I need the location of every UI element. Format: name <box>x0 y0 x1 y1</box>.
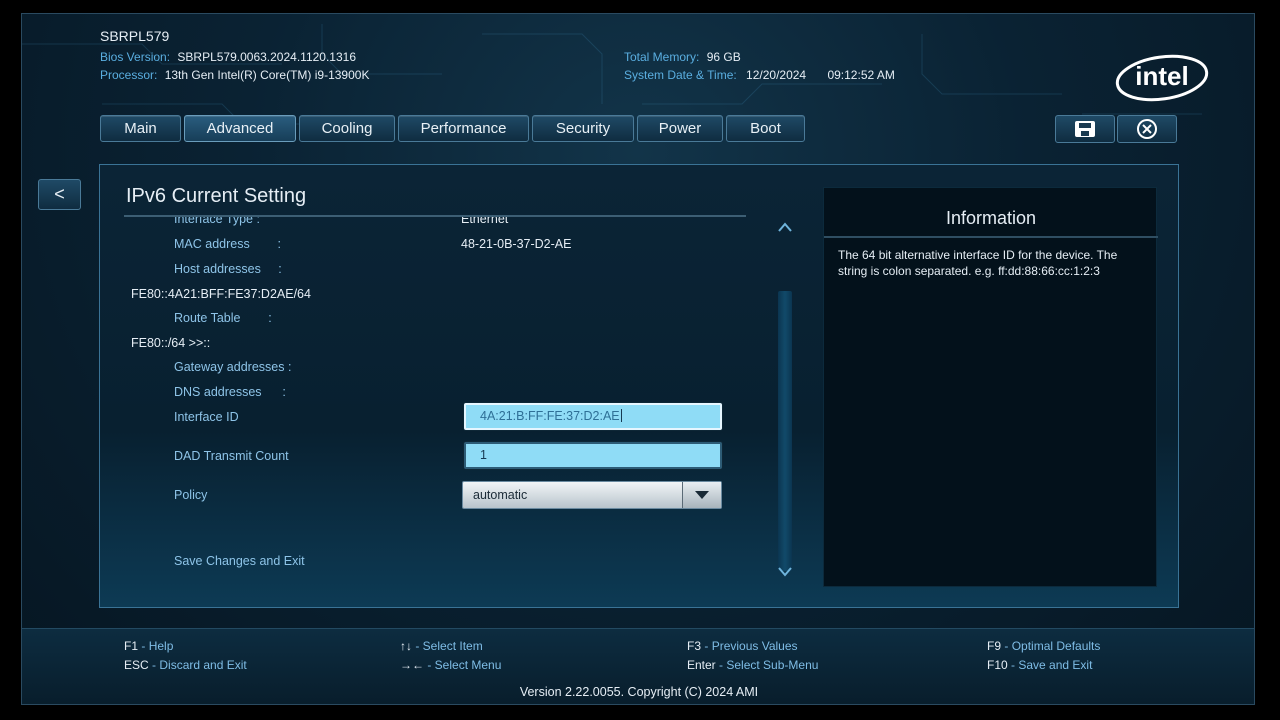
page-title: IPv6 Current Setting <box>126 185 307 207</box>
key-f10-desc: Save and Exit <box>1018 658 1093 672</box>
help-f3: F3 - Previous Values <box>687 639 798 653</box>
information-text: The 64 bit alternative interface ID for … <box>838 248 1118 278</box>
gateway-addresses-label: Gateway addresses : <box>174 360 292 374</box>
back-button[interactable]: < <box>38 179 81 210</box>
key-f9-desc: Optimal Defaults <box>1011 639 1101 653</box>
policy-dropdown[interactable]: automatic <box>462 481 722 509</box>
close-circle-icon <box>1137 119 1157 139</box>
dad-transmit-count-value: 1 <box>480 448 487 462</box>
help-f10: F10 - Save and Exit <box>987 658 1093 672</box>
help-f1: F1 - Help <box>124 639 174 653</box>
scrollbar[interactable] <box>778 291 792 571</box>
system-datetime-line: System Date & Time: 12/20/2024 09:12:52 … <box>624 68 895 82</box>
bios-window: SBRPL579 Bios Version: SBRPL579.0063.202… <box>21 13 1255 705</box>
settings-panel: IPv6 Current Setting Interface Type : Et… <box>99 164 1179 608</box>
bios-version-value: SBRPL579.0063.2024.1120.1316 <box>177 50 356 64</box>
key-leftright: →← <box>400 658 424 672</box>
datetime-label: System Date & Time: <box>624 68 737 82</box>
dad-transmit-count-label: DAD Transmit Count <box>174 449 289 463</box>
key-f3: F3 <box>687 639 702 653</box>
mac-address-label: MAC address : <box>174 237 281 251</box>
scroll-down-icon[interactable] <box>777 565 793 579</box>
tab-cooling[interactable]: Cooling <box>299 115 395 142</box>
tab-advanced[interactable]: Advanced <box>184 115 296 142</box>
key-leftright-desc: Select Menu <box>434 658 502 672</box>
help-updown: ↑↓ - Select Item <box>400 639 483 653</box>
key-f10: F10 <box>987 658 1008 672</box>
interface-id-input[interactable]: 4A:21:B:FF:FE:37:D2:AE <box>464 403 722 430</box>
system-date: 12/20/2024 <box>746 68 807 82</box>
processor-value: 13th Gen Intel(R) Core(TM) i9-13900K <box>164 68 370 82</box>
help-enter: Enter - Select Sub-Menu <box>687 658 819 672</box>
version-copyright: Version 2.22.0055. Copyright (C) 2024 AM… <box>519 685 759 699</box>
save-changes-and-exit[interactable]: Save Changes and Exit <box>174 554 305 568</box>
intel-logo: intel <box>1115 54 1209 102</box>
scroll-up-icon[interactable] <box>777 220 793 234</box>
processor-label: Processor: <box>100 68 158 82</box>
policy-selected-value: automatic <box>473 488 528 502</box>
tab-boot[interactable]: Boot <box>726 115 805 142</box>
bios-version-label: Bios Version: <box>100 50 171 64</box>
total-memory-label: Total Memory: <box>624 50 700 64</box>
interface-id-value: 4A:21:B:FF:FE:37:D2:AE <box>480 409 620 423</box>
tab-security[interactable]: Security <box>532 115 634 142</box>
key-esc-desc: Discard and Exit <box>159 658 247 672</box>
dropdown-toggle[interactable] <box>682 482 721 508</box>
tab-performance[interactable]: Performance <box>398 115 529 142</box>
key-f9: F9 <box>987 639 1002 653</box>
key-f1: F1 <box>124 639 139 653</box>
total-memory-value: 96 GB <box>706 50 741 64</box>
dad-transmit-count-input[interactable]: 1 <box>464 442 722 469</box>
help-leftright: →← - Select Menu <box>400 658 502 672</box>
system-hostname: SBRPL579 <box>100 28 170 44</box>
information-title: Information <box>945 208 1037 228</box>
dns-addresses-label: DNS addresses : <box>174 385 286 399</box>
system-time: 09:12:52 AM <box>827 68 895 82</box>
bios-version-line: Bios Version: SBRPL579.0063.2024.1120.13… <box>100 50 356 64</box>
settings-list: Interface Type : Ethernet MAC address : … <box>124 217 764 587</box>
route-table-label: Route Table : <box>174 311 272 325</box>
key-updown-desc: Select Item <box>422 639 483 653</box>
logo-text: intel <box>1135 61 1188 91</box>
interface-type-label: Interface Type : <box>174 217 260 226</box>
tab-main[interactable]: Main <box>100 115 181 142</box>
help-esc: ESC - Discard and Exit <box>124 658 247 672</box>
processor-line: Processor: 13th Gen Intel(R) Core(TM) i9… <box>100 68 369 82</box>
host-addresses-label: Host addresses : <box>174 262 282 276</box>
policy-label: Policy <box>174 488 208 502</box>
information-divider <box>824 236 1158 238</box>
help-f9: F9 - Optimal Defaults <box>987 639 1101 653</box>
footer-help-bar: F1 - Help ESC - Discard and Exit ↑↓ - Se… <box>22 628 1254 704</box>
exit-button[interactable] <box>1117 115 1177 143</box>
text-caret <box>620 409 622 422</box>
key-esc: ESC <box>124 658 149 672</box>
host-address-value: FE80::4A21:BFF:FE37:D2AE/64 <box>131 287 311 301</box>
interface-id-label: Interface ID <box>174 410 239 424</box>
information-panel: Information The 64 bit alternative inter… <box>823 187 1158 587</box>
save-button[interactable] <box>1055 115 1115 143</box>
key-updown: ↑↓ <box>400 639 412 653</box>
key-f1-desc: Help <box>148 639 174 653</box>
save-icon <box>1075 121 1095 137</box>
interface-type-value: Ethernet <box>461 217 509 226</box>
key-enter: Enter <box>687 658 716 672</box>
chevron-down-icon <box>695 491 709 499</box>
tab-power[interactable]: Power <box>637 115 723 142</box>
total-memory-line: Total Memory: 96 GB <box>624 50 741 64</box>
key-f3-desc: Previous Values <box>711 639 798 653</box>
route-table-value: FE80::/64 >>:: <box>131 336 211 350</box>
key-enter-desc: Select Sub-Menu <box>726 658 819 672</box>
mac-address-value: 48-21-0B-37-D2-AE <box>461 237 572 251</box>
